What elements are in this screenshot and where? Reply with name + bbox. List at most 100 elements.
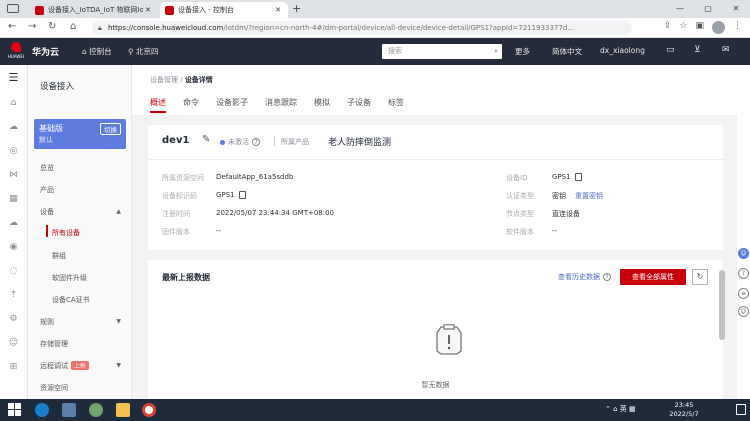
language-selector[interactable]: 简体中文 [552, 46, 582, 57]
browser-tab-iotda[interactable]: 设备接入_IoTDA_IoT 物联网IoT ✕ [30, 2, 158, 18]
sidebar-item-device[interactable]: 设备 [40, 207, 54, 217]
chat-assistant-icon[interactable]: ☺ [738, 248, 749, 259]
file-explorer-icon[interactable] [116, 403, 130, 417]
menu-icon[interactable]: ⋮ [733, 21, 742, 34]
share-icon[interactable]: ⇪ [664, 21, 672, 34]
tray-expand-icon[interactable]: ⌃ [605, 405, 613, 413]
keyboard-icon[interactable]: ▦ [629, 405, 636, 413]
header-search-input[interactable]: 搜索 ⌕ [382, 44, 502, 59]
service-icon[interactable]: ☺ [7, 337, 20, 350]
monitor-icon[interactable]: ▦ [7, 193, 20, 206]
tab-close-icon[interactable]: ✕ [273, 6, 283, 14]
tab-simulation[interactable]: 模拟 [314, 97, 330, 113]
windows-start-icon[interactable] [8, 403, 22, 417]
refresh-icon[interactable]: ↻ [692, 269, 708, 285]
sidebar-item-storage[interactable]: 存储管理 [40, 339, 68, 349]
url-field[interactable]: 🔒︎ https://console.huaweicloud.com/iotdm… [92, 21, 632, 35]
cart-icon[interactable]: ⊻ [694, 45, 701, 55]
view-all-properties-button[interactable]: 查看全部属性 [620, 269, 686, 285]
home-service-icon[interactable]: ⌂ [7, 97, 20, 110]
new-tab-button[interactable]: + [292, 2, 301, 15]
tab-message-trace[interactable]: 消息跟踪 [265, 97, 297, 113]
sidebar-item-resource[interactable]: 资源空间 [40, 383, 68, 393]
reset-secret-link[interactable]: 重置密钥 [575, 191, 603, 201]
home-icon[interactable]: ⌂ [70, 21, 76, 32]
back-icon[interactable]: ← [8, 21, 16, 32]
app-icon[interactable] [89, 403, 103, 417]
settings-icon[interactable]: ⚙ [7, 313, 20, 326]
page-scrollbar[interactable] [719, 270, 725, 340]
message-icon[interactable]: ✉ [722, 45, 730, 55]
chevron-down-icon[interactable]: ▼ [116, 362, 121, 369]
forward-icon[interactable]: → [28, 21, 36, 32]
tab-sub-devices[interactable]: 子设备 [347, 97, 371, 113]
huawei-logo[interactable]: HUAWEI [5, 42, 27, 61]
tab-device-shadow[interactable]: 设备影子 [216, 97, 248, 113]
tab-actions-icon[interactable] [7, 4, 19, 13]
chrome-icon[interactable] [142, 403, 156, 417]
console-link[interactable]: ⌂ 控制台 [82, 46, 112, 57]
tab-tags[interactable]: 标签 [388, 97, 404, 113]
sidebar-item-ca-cert[interactable]: 设备CA证书 [52, 295, 90, 305]
notification-icon[interactable] [736, 404, 746, 415]
help-icon[interactable]: ? [738, 268, 749, 279]
security-icon[interactable]: ◉ [7, 241, 20, 254]
document-icon[interactable]: ≡ [738, 288, 749, 299]
sidebar-item-firmware[interactable]: 软固件升级 [52, 273, 87, 283]
edition-switch-button[interactable]: 切换 [100, 123, 121, 135]
browser-tab-console[interactable]: 设备接入 - 控制台 ✕ [160, 2, 288, 18]
region-selector[interactable]: ⚲ 北京四 [128, 46, 158, 57]
feedback-icon[interactable]: ☺ [738, 306, 749, 317]
upload-icon[interactable]: ⇡ [7, 289, 20, 302]
network-icon[interactable]: ⋈ [7, 169, 20, 182]
feedback-icon[interactable]: ▭ [666, 45, 675, 55]
main-content: 设备管理 / 设备详情 概述 命令 设备影子 消息跟踪 模拟 子设备 标签 de… [132, 65, 737, 399]
breadcrumb-parent-link[interactable]: 设备管理 [150, 76, 178, 84]
brand-name[interactable]: 华为云 [32, 45, 59, 58]
location-pin-icon: ⚲ [128, 47, 136, 56]
analytics-icon[interactable]: ◌ [7, 265, 20, 278]
help-icon[interactable]: ? [252, 138, 260, 146]
network-icon[interactable]: ⌂ [613, 405, 620, 413]
breadcrumb-separator: / [178, 76, 185, 84]
profile-avatar[interactable] [712, 21, 725, 34]
sidebar-item-all-devices[interactable]: 所有设备 [52, 228, 80, 238]
sidebar-item-product[interactable]: 产品 [40, 185, 54, 195]
minimize-icon[interactable]: — [666, 0, 694, 18]
chevron-up-icon[interactable]: ▲ [116, 208, 121, 215]
edit-icon[interactable]: ✎ [202, 134, 210, 145]
ime-indicator[interactable]: 英 [620, 405, 627, 413]
help-icon[interactable]: ? [603, 273, 611, 281]
copy-icon[interactable] [238, 191, 246, 199]
search-icon[interactable]: ⌕ [494, 44, 498, 59]
edge-icon[interactable] [35, 403, 49, 417]
cloud-storage-icon[interactable]: ☁ [7, 217, 20, 230]
tools-icon[interactable]: ⊞ [7, 361, 20, 374]
edition-card: 基础版 默认 切换 [34, 119, 126, 149]
reload-icon[interactable]: ↻ [48, 21, 56, 32]
database-icon[interactable]: ◎ [7, 145, 20, 158]
tab-close-icon[interactable]: ✕ [143, 6, 153, 14]
sidebar-item-overview[interactable]: 总览 [40, 163, 54, 173]
tab-overview[interactable]: 概述 [150, 97, 166, 113]
user-menu[interactable]: dx_xiaolong [600, 46, 645, 55]
huawei-favicon-icon [35, 5, 44, 15]
hamburger-menu-icon[interactable]: ☰ [7, 71, 20, 84]
sidebar-item-group[interactable]: 群组 [52, 251, 66, 261]
taskbar-clock[interactable]: 23:45 2022/5/7 [664, 401, 704, 419]
chevron-down-icon[interactable]: ▼ [116, 318, 121, 325]
history-data-link[interactable]: 查看历史数据? [558, 272, 611, 282]
sidebar-item-rules[interactable]: 规则 [40, 317, 54, 327]
copy-icon[interactable] [574, 173, 582, 181]
more-menu[interactable]: 更多 [515, 46, 530, 57]
cloud-service-icon[interactable]: ☁ [7, 121, 20, 134]
system-tray: ⌃ ⌂ 英 ▦ [605, 404, 636, 414]
app-icon[interactable] [62, 403, 76, 417]
sidebar-item-remote-debug[interactable]: 远程调试 上新 [40, 361, 90, 371]
tab-commands[interactable]: 命令 [183, 97, 199, 113]
maximize-icon[interactable]: ▢ [694, 0, 722, 18]
bookmark-star-icon[interactable]: ☆ [679, 21, 687, 34]
extensions-icon[interactable]: ▣ [695, 21, 704, 34]
close-window-icon[interactable]: ✕ [722, 0, 750, 18]
field-value: -- [552, 227, 558, 235]
